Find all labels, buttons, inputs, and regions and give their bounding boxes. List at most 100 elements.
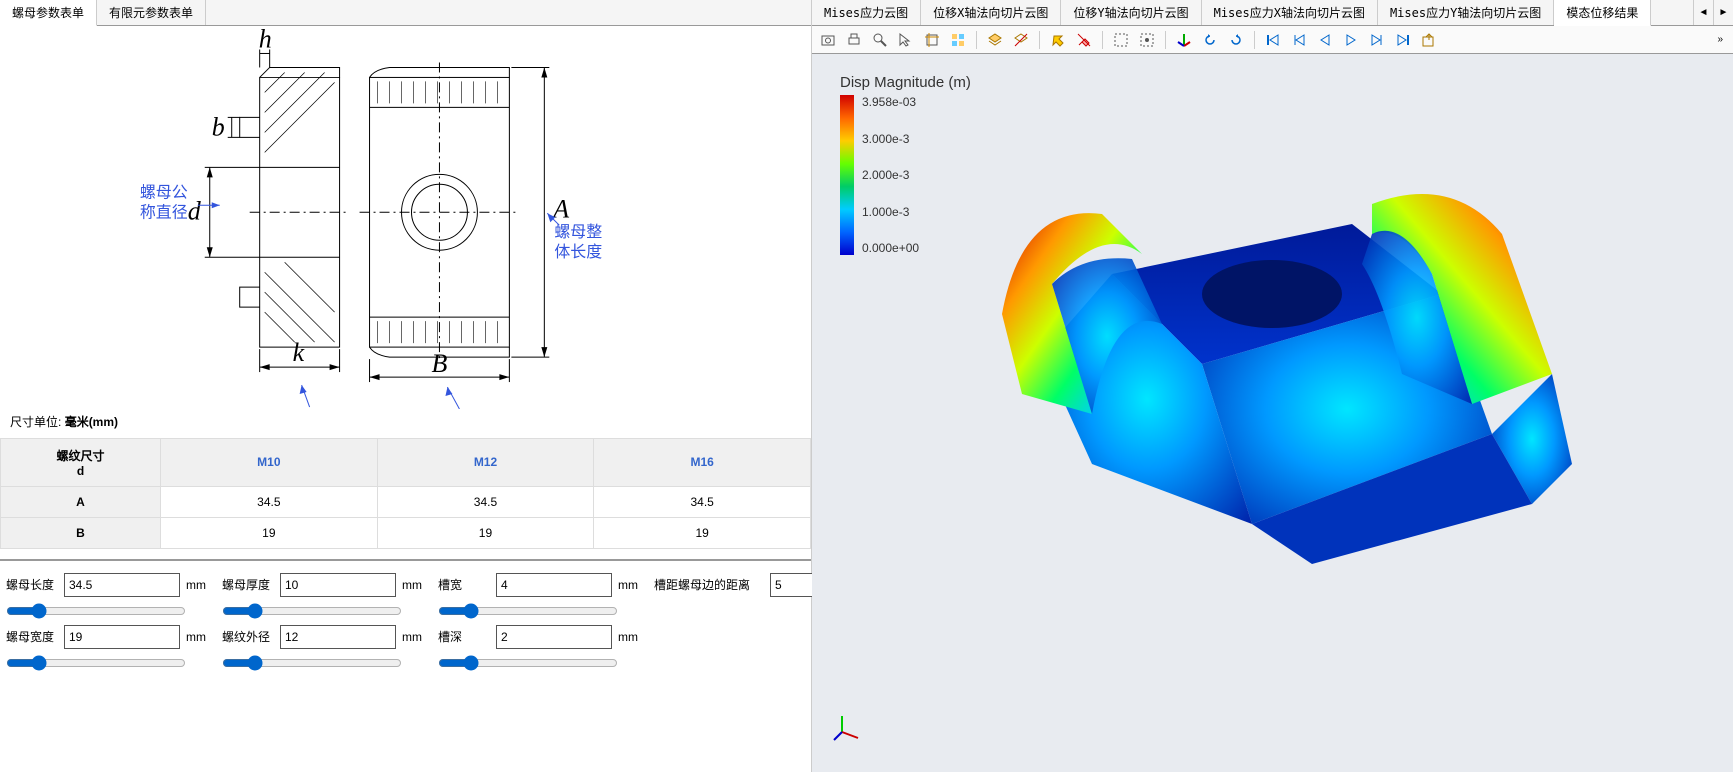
grid-icon[interactable]	[946, 29, 970, 51]
cell: 34.5	[594, 486, 811, 517]
crop-icon[interactable]	[920, 29, 944, 51]
layer-off-icon[interactable]	[1009, 29, 1033, 51]
cell: 19	[594, 517, 811, 548]
tab-mises-x[interactable]: Mises应力X轴法向切片云图	[1202, 0, 1378, 25]
param-label: 螺母宽度	[6, 628, 58, 645]
param-label: 螺纹外径	[222, 628, 274, 645]
param-input-1[interactable]	[280, 573, 396, 597]
tab-scroll-left-icon[interactable]: ◄	[1693, 0, 1713, 25]
right-tab-bar: Mises应力云图 位移X轴法向切片云图 位移Y轴法向切片云图 Mises应力X…	[812, 0, 1733, 26]
table-header-d: 螺纹尺寸 d	[1, 438, 161, 486]
param-input-5[interactable]	[280, 625, 396, 649]
viewer-toolbar: »	[812, 26, 1733, 54]
param-input-2[interactable]	[496, 573, 612, 597]
param-slider-6[interactable]	[438, 655, 618, 671]
cell: 19	[377, 517, 594, 548]
param-unit: mm	[402, 578, 422, 592]
dim-h: h	[259, 26, 272, 53]
play-start-icon[interactable]	[1261, 29, 1285, 51]
dim-k: k	[293, 338, 305, 367]
legend-val: 3.958e-03	[862, 95, 919, 109]
rotate-right-icon[interactable]	[1224, 29, 1248, 51]
export-icon[interactable]	[1417, 29, 1441, 51]
marquee-icon[interactable]	[1109, 29, 1133, 51]
axis-triad-icon	[832, 712, 862, 742]
legend-val: 3.000e-3	[862, 132, 919, 146]
highlight-icon[interactable]	[1046, 29, 1070, 51]
viewer-3d[interactable]: Disp Magnitude (m) 3.958e-03 3.000e-3 2.…	[812, 54, 1733, 772]
left-tab-bar: 螺母参数表单 有限元参数表单	[0, 0, 811, 26]
zoom-icon[interactable]	[868, 29, 892, 51]
tab-disp-x[interactable]: 位移X轴法向切片云图	[921, 0, 1061, 25]
param-slider-4[interactable]	[6, 655, 186, 671]
anno-length-2: 体长度	[554, 243, 602, 261]
cell: 34.5	[161, 486, 378, 517]
param-slider-0[interactable]	[6, 603, 186, 619]
layer-icon[interactable]	[983, 29, 1007, 51]
param-unit: mm	[618, 630, 638, 644]
table-col-m16: M16	[594, 438, 811, 486]
tab-scroll-right-icon[interactable]: ►	[1713, 0, 1733, 25]
play-prev-icon[interactable]	[1287, 29, 1311, 51]
tab-modal-disp[interactable]: 模态位移结果	[1554, 0, 1651, 26]
toolbar-overflow-icon[interactable]: »	[1711, 34, 1729, 45]
tab-disp-y[interactable]: 位移Y轴法向切片云图	[1061, 0, 1201, 25]
play-end-icon[interactable]	[1391, 29, 1415, 51]
play-back-icon[interactable]	[1313, 29, 1337, 51]
param-input-6[interactable]	[496, 625, 612, 649]
legend-val: 0.000e+00	[862, 241, 919, 255]
select-icon[interactable]	[894, 29, 918, 51]
param-slider-1[interactable]	[222, 603, 402, 619]
cell: 19	[161, 517, 378, 548]
dim-A: A	[551, 194, 569, 223]
legend-val: 1.000e-3	[862, 205, 919, 219]
unit-row: 尺寸单位: 毫米(mm)	[0, 409, 811, 434]
table-col-m12: M12	[377, 438, 594, 486]
tab-nut-params[interactable]: 螺母参数表单	[0, 0, 97, 26]
anno-diameter-1: 螺母公	[140, 183, 188, 201]
dim-b: b	[212, 112, 225, 141]
param-unit: mm	[186, 578, 206, 592]
param-label: 螺母厚度	[222, 576, 274, 593]
param-label: 槽深	[438, 628, 490, 645]
param-label: 螺母长度	[6, 576, 58, 593]
print-icon[interactable]	[842, 29, 866, 51]
table-row: B 19 19 19	[1, 517, 811, 548]
sizes-table: 螺纹尺寸 d M10 M12 M16 A 34.5 34.5 34.5 B 19…	[0, 438, 811, 549]
play-icon[interactable]	[1339, 29, 1363, 51]
param-unit: mm	[618, 578, 638, 592]
row-A-label: A	[1, 486, 161, 517]
params-area: 螺母长度 mm 螺母厚度 mm 槽宽 mm 槽距螺母边的距离 mm 螺母宽度 mm 螺纹外径 mm 槽深…	[0, 559, 811, 681]
cell: 34.5	[377, 486, 594, 517]
tab-fem-params[interactable]: 有限元参数表单	[97, 0, 206, 25]
legend-gradient	[840, 95, 854, 255]
tab-mises[interactable]: Mises应力云图	[812, 0, 921, 25]
unit-label: 尺寸单位:	[10, 415, 61, 429]
dim-B: B	[431, 349, 447, 378]
param-input-0[interactable]	[64, 573, 180, 597]
param-input-4[interactable]	[64, 625, 180, 649]
unit-value: 毫米(mm)	[65, 415, 118, 429]
camera-icon[interactable]	[816, 29, 840, 51]
param-unit: mm	[186, 630, 206, 644]
rotate-left-icon[interactable]	[1198, 29, 1222, 51]
legend-title: Disp Magnitude (m)	[840, 74, 971, 91]
row-B-label: B	[1, 517, 161, 548]
tab-mises-y[interactable]: Mises应力Y轴法向切片云图	[1378, 0, 1554, 25]
select-all-icon[interactable]	[1135, 29, 1159, 51]
legend-val: 2.000e-3	[862, 168, 919, 182]
diagram-area: d k h b	[0, 26, 811, 409]
fea-model	[932, 164, 1582, 584]
erase-icon[interactable]	[1072, 29, 1096, 51]
param-label: 槽距螺母边的距离	[654, 576, 764, 593]
anno-diameter-2: 称直径	[140, 203, 188, 221]
table-col-m10: M10	[161, 438, 378, 486]
axis-icon[interactable]	[1172, 29, 1196, 51]
anno-length-1: 螺母整	[554, 223, 602, 241]
param-slider-2[interactable]	[438, 603, 618, 619]
dim-d: d	[188, 196, 202, 225]
param-label: 槽宽	[438, 576, 490, 593]
play-fwd-icon[interactable]	[1365, 29, 1389, 51]
param-unit: mm	[402, 630, 422, 644]
param-slider-5[interactable]	[222, 655, 402, 671]
